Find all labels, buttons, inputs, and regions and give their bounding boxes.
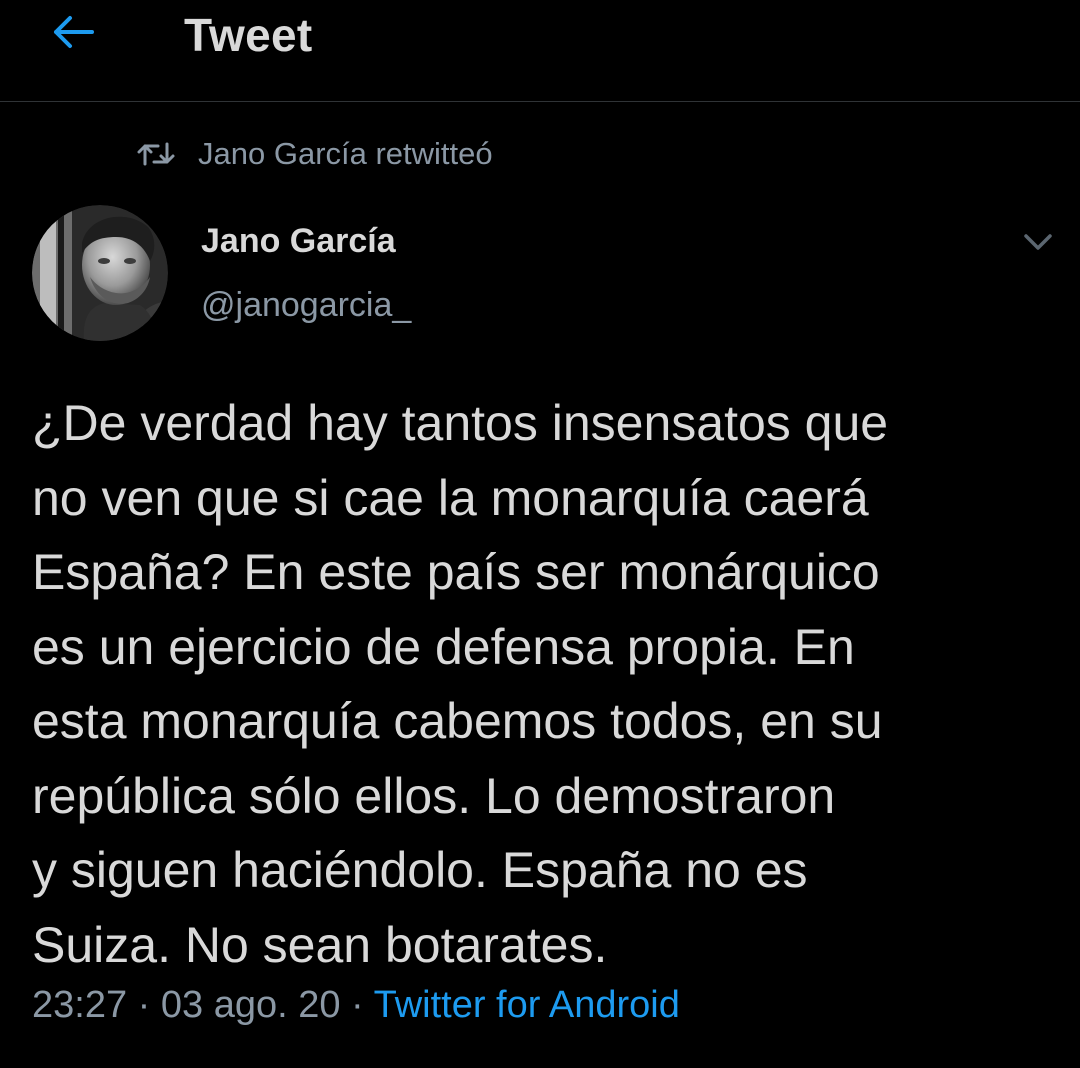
retweet-context-label: Jano García retwitteó [198,136,493,171]
chevron-down-icon[interactable] [1020,228,1056,256]
author-handle[interactable]: @janogarcia_ [201,286,411,325]
tweet-date: 03 ago. 20 [160,984,341,1026]
retweet-context[interactable]: Jano García retwitteó [136,132,493,176]
meta-separator: · [351,984,364,1026]
tweet-time: 23:27 [32,984,128,1026]
tweet-metadata: 23:27 · 03 ago. 20 · Twitter for Android [32,984,680,1027]
retweet-icon [137,142,175,166]
arrow-left-icon[interactable] [48,12,96,52]
author-name[interactable]: Jano García [201,222,396,261]
avatar[interactable] [32,205,168,341]
tweet-source-link[interactable]: Twitter for Android [374,984,680,1026]
meta-separator: · [137,984,151,1026]
tweet-text: ¿De verdad hay tantos insensatos que no … [32,395,889,973]
top-bar: Tweet [0,0,1080,102]
page-title: Tweet [184,9,313,61]
